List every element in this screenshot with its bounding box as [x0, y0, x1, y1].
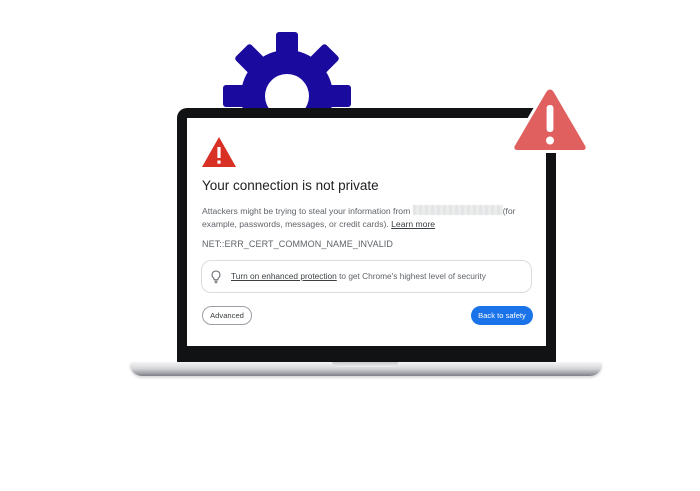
illustration: Your connection is not private Attackers…: [0, 0, 700, 491]
learn-more-link[interactable]: Learn more: [391, 219, 435, 229]
redacted-domain: [412, 205, 503, 215]
enhanced-protection-text: Turn on enhanced protection to get Chrom…: [231, 271, 486, 281]
description-prefix: Attackers might be trying to steal your …: [202, 206, 411, 216]
warning-triangle-icon: [202, 137, 236, 167]
enhanced-protection-rest: to get Chrome's highest level of securit…: [339, 271, 486, 281]
lightbulb-icon: [211, 270, 221, 284]
back-to-safety-button[interactable]: Back to safety: [471, 306, 533, 325]
laptop-notch: [332, 362, 398, 367]
error-code: NET::ERR_CERT_COMMON_NAME_INVALID: [202, 239, 394, 249]
browser-interstitial-page: Your connection is not private Attackers…: [187, 118, 546, 346]
enhanced-protection-banner: Turn on enhanced protection to get Chrom…: [201, 260, 532, 293]
warning-triangle-icon: [511, 86, 589, 153]
advanced-button[interactable]: Advanced: [202, 306, 252, 325]
description-text: Attackers might be trying to steal your …: [202, 205, 532, 231]
page-title: Your connection is not private: [202, 178, 379, 193]
enhanced-protection-link[interactable]: Turn on enhanced protection: [231, 271, 337, 281]
